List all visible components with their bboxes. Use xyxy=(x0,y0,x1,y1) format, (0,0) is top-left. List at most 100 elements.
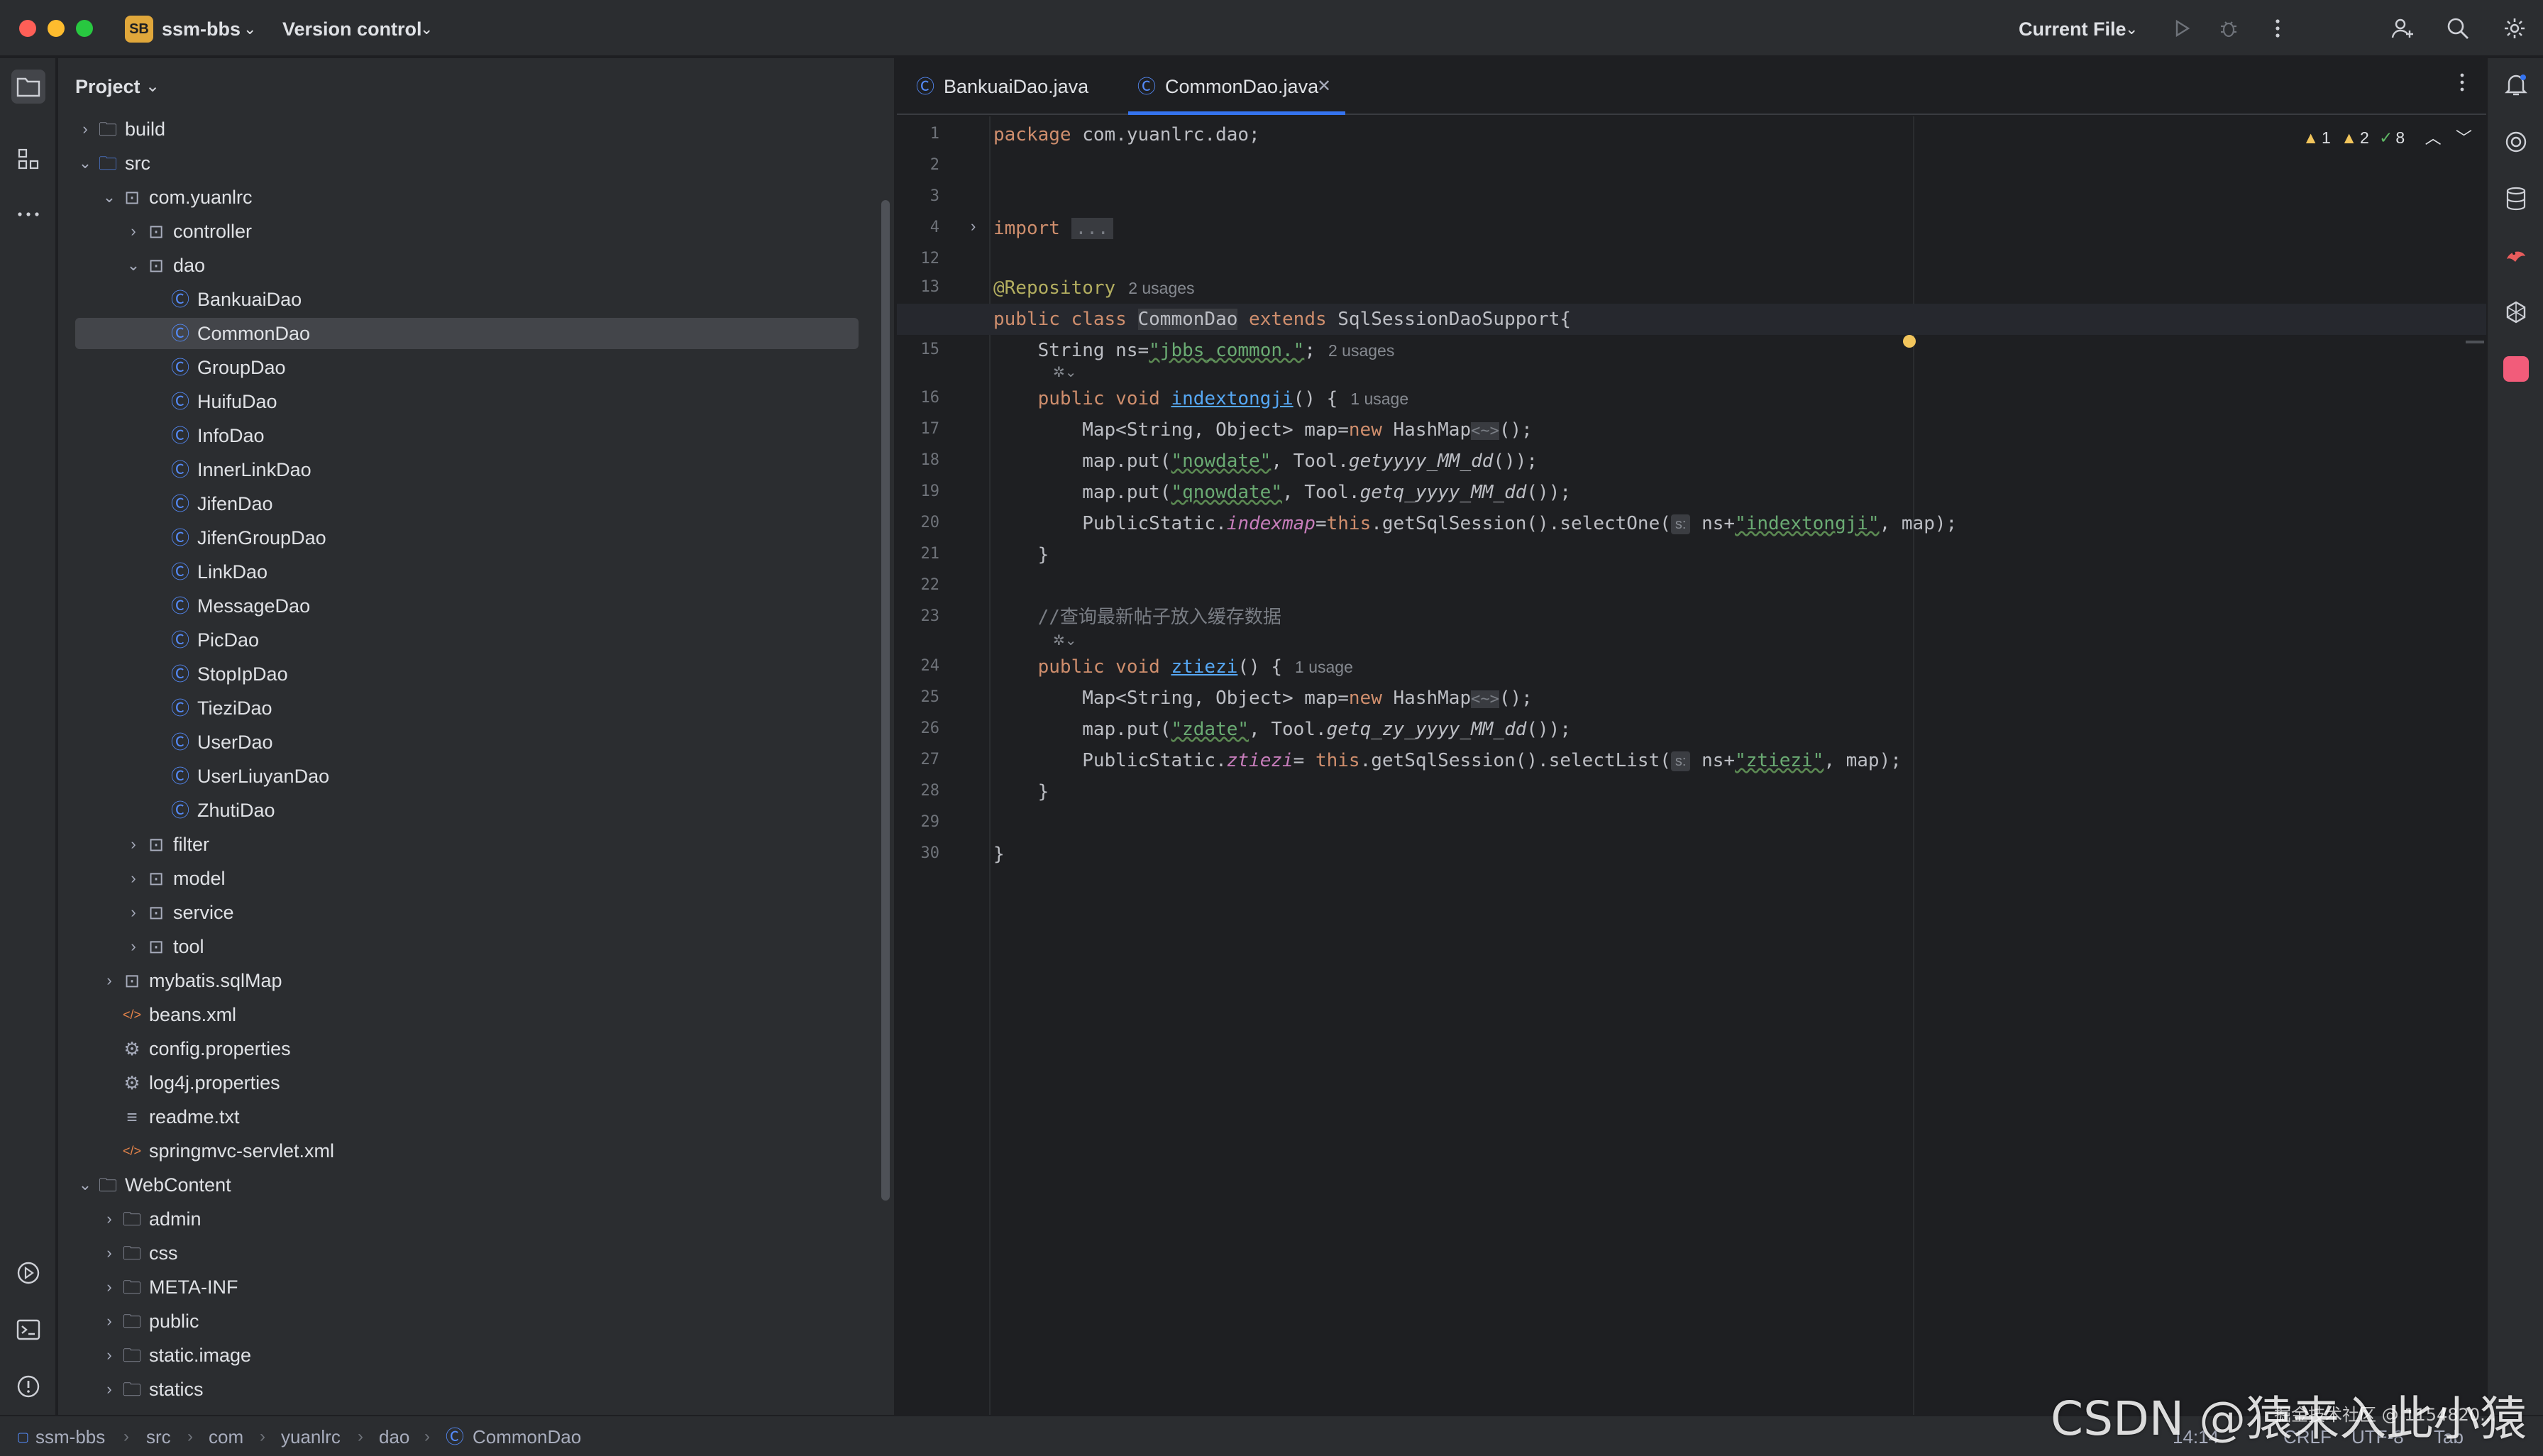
chevron-down-icon[interactable]: ⌄ xyxy=(99,180,119,214)
breadcrumb-com[interactable]: com xyxy=(209,1416,243,1456)
tree-item-meta-inf[interactable]: › 🗀 META-INF xyxy=(58,1270,894,1304)
chevron-right-icon[interactable]: › xyxy=(123,827,143,861)
tree-item-readme-txt[interactable]: ≡ readme.txt xyxy=(58,1100,894,1134)
tree-item-admin[interactable]: › 🗀 admin xyxy=(58,1202,894,1236)
chevron-right-icon[interactable]: › xyxy=(99,1372,119,1406)
tab-bankuaidao[interactable]: Ⓒ BankuaiDao.java xyxy=(914,58,1120,115)
line-number[interactable]: 29 xyxy=(897,813,940,831)
chevron-down-icon[interactable]: ⌄ xyxy=(75,146,95,180)
breadcrumb-commondao[interactable]: CommonDao xyxy=(473,1416,581,1456)
structure-icon[interactable] xyxy=(11,142,45,176)
tree-item-stopipdao[interactable]: Ⓒ StopIpDao xyxy=(58,657,894,691)
line-number[interactable]: 25 xyxy=(897,688,940,706)
run-tool-icon[interactable] xyxy=(11,1256,45,1290)
line-number[interactable]: 13 xyxy=(897,278,940,296)
intention-bulb-icon[interactable] xyxy=(1903,335,1916,348)
tree-item-messagedao[interactable]: Ⓒ MessageDao xyxy=(58,589,894,623)
tree-item-huifudao[interactable]: Ⓒ HuifuDao xyxy=(58,385,894,419)
line-number[interactable]: 18 xyxy=(897,451,940,469)
chevron-up-icon[interactable]: ︿ xyxy=(2425,128,2442,147)
more-tabs-icon[interactable] xyxy=(2459,72,2465,98)
line-number[interactable]: 2 xyxy=(897,156,939,174)
line-number[interactable]: 4 xyxy=(897,219,939,236)
folder-icon[interactable] xyxy=(11,70,45,104)
chevron-right-icon[interactable]: › xyxy=(123,895,143,930)
chevron-down-icon[interactable]: ⌄ xyxy=(75,1168,95,1202)
tree-item-log4j-properties[interactable]: ⚙ log4j.properties xyxy=(58,1066,894,1100)
tree-item-mybatis-sqlmap[interactable]: › ⊡ mybatis.sqlMap xyxy=(58,964,894,998)
tree-item-model[interactable]: › ⊡ model xyxy=(58,861,894,895)
breadcrumb-src[interactable]: src xyxy=(146,1416,171,1456)
project-panel-title[interactable]: Project xyxy=(75,72,140,101)
line-number[interactable]: 17 xyxy=(897,420,940,438)
chevron-right-icon[interactable]: › xyxy=(75,112,95,146)
project-panel-scrollbar[interactable] xyxy=(881,200,890,1201)
tree-item-config-properties[interactable]: ⚙ config.properties xyxy=(58,1032,894,1066)
tree-item-innerlinkdao[interactable]: Ⓒ InnerLinkDao xyxy=(58,453,894,487)
tree-item-userliuyandao[interactable]: Ⓒ UserLiuyanDao xyxy=(58,759,894,793)
usages-hint[interactable]: 2 usages xyxy=(1328,341,1394,360)
chevron-down-icon[interactable]: ⌄ xyxy=(145,72,160,101)
tree-item-static-image[interactable]: › 🗀 static.image xyxy=(58,1338,894,1372)
chevron-right-icon[interactable]: › xyxy=(99,1236,119,1270)
line-number[interactable]: 30 xyxy=(897,844,940,862)
version-control-menu[interactable]: Version control xyxy=(282,16,422,43)
tab-commondao[interactable]: Ⓒ CommonDao.java ✕ xyxy=(1128,58,1345,115)
tree-item-public[interactable]: › 🗀 public xyxy=(58,1304,894,1338)
fold-expand-icon[interactable]: › xyxy=(971,217,976,236)
tree-item-css[interactable]: › 🗀 css xyxy=(58,1236,894,1270)
chevron-down-icon[interactable]: ⌄ xyxy=(2125,16,2138,43)
tree-item-filter[interactable]: › ⊡ filter xyxy=(58,827,894,861)
tree-item-controller[interactable]: › ⊡ controller xyxy=(58,214,894,248)
code-vision-icon[interactable]: ✲⌄ xyxy=(1053,632,1077,649)
close-icon[interactable]: ✕ xyxy=(1317,58,1331,115)
line-number[interactable]: 28 xyxy=(897,782,940,800)
usages-hint[interactable]: 1 usage xyxy=(1295,658,1353,676)
tree-item-zhutidao[interactable]: Ⓒ ZhutiDao xyxy=(58,793,894,827)
run-icon[interactable] xyxy=(2168,14,2196,43)
chevron-down-icon[interactable]: ⌄ xyxy=(123,248,143,282)
tree-item-tiezidao[interactable]: Ⓒ TieziDao xyxy=(58,691,894,725)
run-configuration-selector[interactable]: Current File xyxy=(2019,16,2126,43)
breadcrumb-dao[interactable]: dao xyxy=(379,1416,409,1456)
line-number[interactable]: 16 xyxy=(897,389,940,407)
chevron-right-icon[interactable]: › xyxy=(123,861,143,895)
tree-item-jifengroupdao[interactable]: Ⓒ JifenGroupDao xyxy=(58,521,894,555)
breadcrumb-project[interactable]: ssm-bbs xyxy=(35,1416,105,1456)
tree-item-statics[interactable]: › 🗀 statics xyxy=(58,1372,894,1406)
tree-item-springmvc-servlet-xml[interactable]: </> springmvc-servlet.xml xyxy=(58,1134,894,1168)
chevron-down-icon[interactable]: ⌄ xyxy=(420,16,433,43)
line-number[interactable]: 27 xyxy=(897,751,940,768)
tree-item-beans-xml[interactable]: </> beans.xml xyxy=(58,998,894,1032)
more-actions-icon[interactable] xyxy=(2263,14,2292,43)
project-badge[interactable]: SB xyxy=(125,16,153,43)
window-maximize-button[interactable] xyxy=(76,20,93,37)
usages-hint[interactable]: 1 usage xyxy=(1350,390,1408,408)
tree-item-build[interactable]: › 🗀 build xyxy=(58,112,894,146)
line-number[interactable]: 3 xyxy=(897,187,939,205)
chevron-right-icon[interactable]: › xyxy=(99,1338,119,1372)
inspection-widget[interactable]: ▲ 1 ▲ 2 ✓ 8 ︿ ﹀ xyxy=(2297,123,2472,152)
scrollbar-marker[interactable] xyxy=(2466,341,2484,343)
terminal-icon[interactable] xyxy=(11,1313,45,1347)
tree-item-dao[interactable]: ⌄ ⊡ dao xyxy=(58,248,894,282)
line-number[interactable]: 21 xyxy=(897,545,940,563)
chevron-right-icon[interactable]: › xyxy=(99,1270,119,1304)
project-switcher[interactable]: ssm-bbs xyxy=(162,16,241,43)
app-plugin-icon[interactable] xyxy=(2499,352,2533,386)
folded-imports[interactable]: ... xyxy=(1071,218,1113,239)
notifications-icon[interactable] xyxy=(2499,68,2533,102)
line-number[interactable]: 19 xyxy=(897,482,940,500)
gear-icon[interactable] xyxy=(2500,14,2529,43)
code-editor[interactable]: package com.yuanlrc.dao; import ... @Rep… xyxy=(897,116,2486,1415)
chevron-right-icon[interactable]: › xyxy=(99,964,119,998)
tree-item-userdao[interactable]: Ⓒ UserDao xyxy=(58,725,894,759)
tree-item-infodao[interactable]: Ⓒ InfoDao xyxy=(58,419,894,453)
breadcrumb-yuanlrc[interactable]: yuanlrc xyxy=(281,1416,341,1456)
tree-item-bankuaidao[interactable]: Ⓒ BankuaiDao xyxy=(58,282,894,316)
tree-item-groupdao[interactable]: Ⓒ GroupDao xyxy=(58,351,894,385)
chevron-right-icon[interactable]: › xyxy=(123,214,143,248)
window-minimize-button[interactable] xyxy=(48,20,65,37)
plugin-icon[interactable] xyxy=(2499,295,2533,329)
chevron-down-icon[interactable]: ﹀ xyxy=(2456,128,2472,147)
